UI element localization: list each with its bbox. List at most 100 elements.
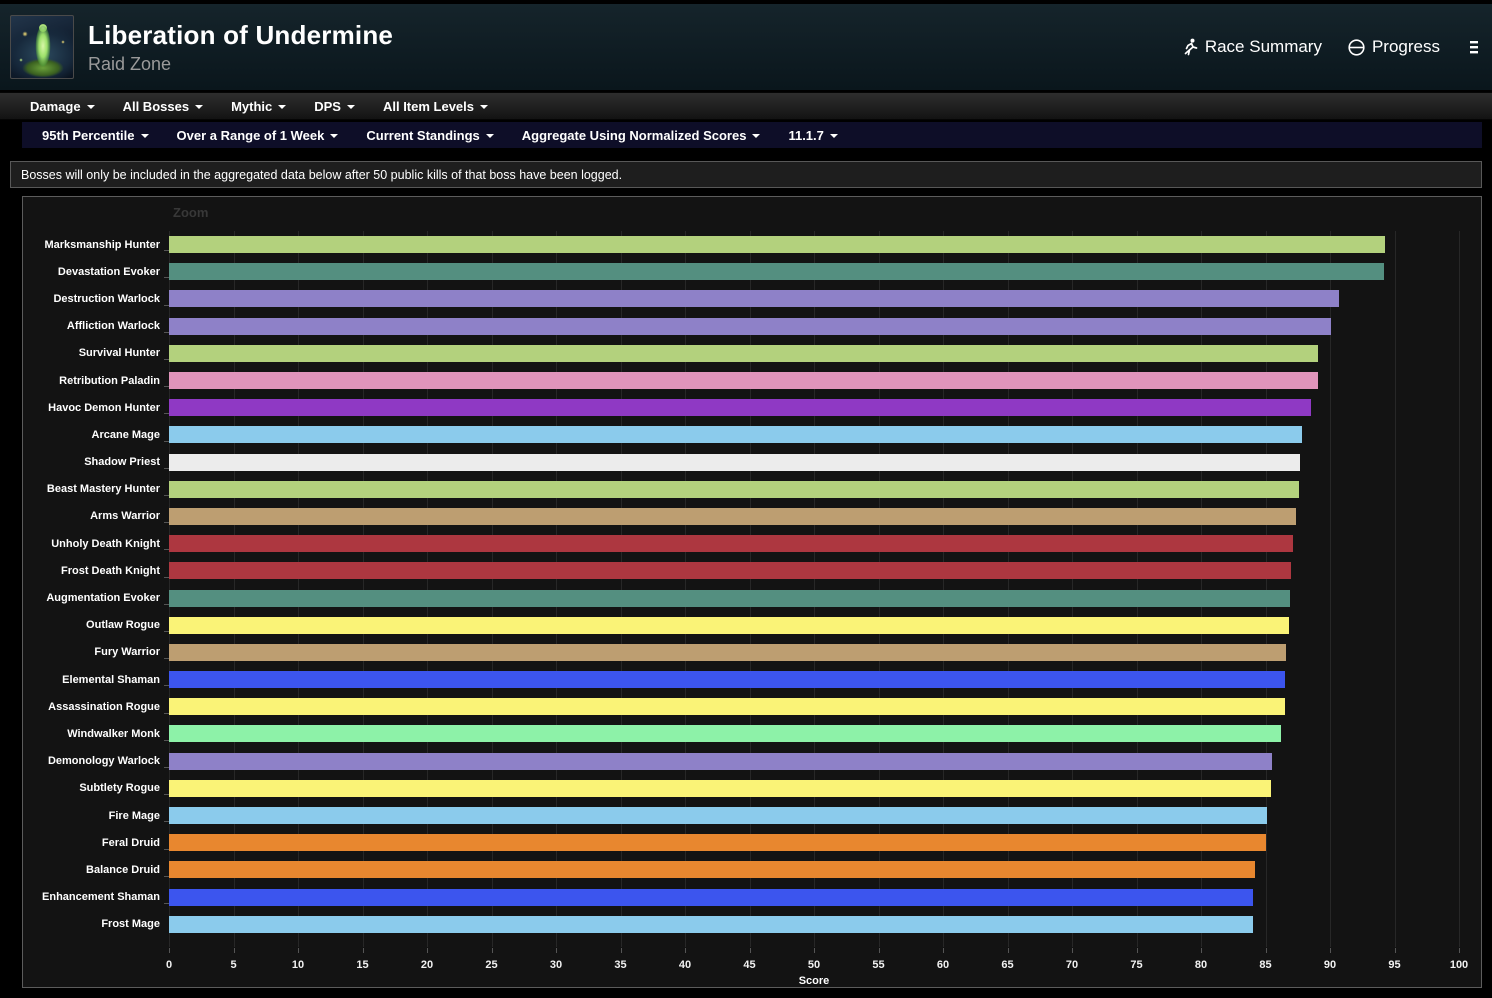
bar-track: [169, 290, 1459, 307]
option-over-a-range-of-1-week[interactable]: Over a Range of 1 Week: [163, 122, 353, 148]
x-tick-mark: [363, 948, 364, 953]
chart-row: Beast Mastery Hunter: [23, 476, 1459, 503]
score-bar[interactable]: [169, 753, 1272, 770]
category-label[interactable]: Unholy Death Knight: [23, 538, 169, 550]
category-label[interactable]: Frost Mage: [23, 918, 169, 930]
chart-row: Affliction Warlock: [23, 313, 1459, 340]
chart-row: Demonology Warlock: [23, 748, 1459, 775]
category-label[interactable]: Destruction Warlock: [23, 293, 169, 305]
x-tick-mark: [943, 948, 944, 953]
category-label[interactable]: Balance Druid: [23, 864, 169, 876]
score-bar[interactable]: [169, 644, 1286, 661]
score-bar[interactable]: [169, 916, 1253, 933]
filter-dps[interactable]: DPS: [300, 93, 369, 119]
option-aggregate-using-normalized-scores[interactable]: Aggregate Using Normalized Scores: [508, 122, 775, 148]
bar-track: [169, 454, 1459, 471]
bar-track: [169, 916, 1459, 933]
score-bar[interactable]: [169, 834, 1266, 851]
category-label[interactable]: Windwalker Monk: [23, 728, 169, 740]
x-tick-mark: [685, 948, 686, 953]
score-bar[interactable]: [169, 780, 1271, 797]
chart-row: Fire Mage: [23, 802, 1459, 829]
score-bar[interactable]: [169, 698, 1285, 715]
race-summary-link[interactable]: Race Summary: [1183, 37, 1322, 57]
score-bar[interactable]: [169, 725, 1281, 742]
score-bar[interactable]: [169, 318, 1331, 335]
progress-link[interactable]: Progress: [1348, 37, 1440, 57]
zone-logo[interactable]: [10, 15, 74, 79]
category-label[interactable]: Outlaw Rogue: [23, 619, 169, 631]
filter-damage[interactable]: Damage: [16, 93, 109, 119]
chevron-down-icon: [347, 105, 355, 109]
category-label[interactable]: Fury Warrior: [23, 646, 169, 658]
category-label[interactable]: Devastation Evoker: [23, 266, 169, 278]
bar-track: [169, 345, 1459, 362]
chart-row: Assassination Rogue: [23, 693, 1459, 720]
category-label[interactable]: Subtlety Rogue: [23, 782, 169, 794]
category-label[interactable]: Arms Warrior: [23, 510, 169, 522]
option-11-1-7[interactable]: 11.1.7: [774, 122, 851, 148]
x-tick-label: 5: [230, 959, 236, 971]
score-bar[interactable]: [169, 345, 1318, 362]
category-label[interactable]: Feral Druid: [23, 837, 169, 849]
clipped-edge-icon[interactable]: [1468, 38, 1478, 56]
score-bar[interactable]: [169, 263, 1384, 280]
chevron-down-icon: [480, 105, 488, 109]
category-label[interactable]: Augmentation Evoker: [23, 592, 169, 604]
x-tick-mark: [1008, 948, 1009, 953]
x-tick-label: 85: [1259, 959, 1271, 971]
category-label[interactable]: Arcane Mage: [23, 429, 169, 441]
score-bar[interactable]: [169, 861, 1255, 878]
category-label[interactable]: Assassination Rogue: [23, 701, 169, 713]
score-bar[interactable]: [169, 590, 1290, 607]
score-bar[interactable]: [169, 807, 1267, 824]
dropdown-label: Aggregate Using Normalized Scores: [522, 128, 747, 143]
score-bar[interactable]: [169, 562, 1291, 579]
option-95th-percentile[interactable]: 95th Percentile: [28, 122, 163, 148]
notice-bar: Bosses will only be included in the aggr…: [10, 161, 1482, 188]
score-bar[interactable]: [169, 399, 1311, 416]
category-label[interactable]: Demonology Warlock: [23, 755, 169, 767]
category-label[interactable]: Affliction Warlock: [23, 320, 169, 332]
score-bar[interactable]: [169, 617, 1289, 634]
category-label[interactable]: Elemental Shaman: [23, 674, 169, 686]
dropdown-label: Current Standings: [366, 128, 479, 143]
x-tick-label: 35: [614, 959, 626, 971]
score-bar[interactable]: [169, 671, 1285, 688]
chart-row: Balance Druid: [23, 856, 1459, 883]
secondary-filter-bar: 95th Percentile Over a Range of 1 Week Cur…: [22, 122, 1482, 148]
score-bar[interactable]: [169, 454, 1300, 471]
category-label[interactable]: Retribution Paladin: [23, 375, 169, 387]
score-bar[interactable]: [169, 481, 1299, 498]
score-bar[interactable]: [169, 372, 1318, 389]
chart-zoom-label[interactable]: Zoom: [173, 205, 208, 220]
category-label[interactable]: Enhancement Shaman: [23, 891, 169, 903]
score-bar[interactable]: [169, 426, 1302, 443]
category-label[interactable]: Fire Mage: [23, 810, 169, 822]
x-tick-label: 20: [421, 959, 433, 971]
x-tick-mark: [621, 948, 622, 953]
category-label[interactable]: Beast Mastery Hunter: [23, 483, 169, 495]
x-tick-label: 80: [1195, 959, 1207, 971]
category-label[interactable]: Frost Death Knight: [23, 565, 169, 577]
chevron-down-icon: [87, 105, 95, 109]
category-label[interactable]: Survival Hunter: [23, 347, 169, 359]
filter-mythic[interactable]: Mythic: [217, 93, 300, 119]
x-tick-label: 75: [1130, 959, 1142, 971]
filter-all-bosses[interactable]: All Bosses: [109, 93, 217, 119]
globe-icon: [1348, 39, 1365, 56]
filter-all-item-levels[interactable]: All Item Levels: [369, 93, 502, 119]
dropdown-label: 95th Percentile: [42, 128, 135, 143]
score-bar[interactable]: [169, 508, 1296, 525]
score-bar[interactable]: [169, 290, 1339, 307]
notice-text: Bosses will only be included in the aggr…: [21, 168, 622, 182]
score-bar[interactable]: [169, 236, 1385, 253]
category-label[interactable]: Havoc Demon Hunter: [23, 402, 169, 414]
category-label[interactable]: Shadow Priest: [23, 456, 169, 468]
category-label[interactable]: Marksmanship Hunter: [23, 239, 169, 251]
score-bar[interactable]: [169, 889, 1253, 906]
page-title: Liberation of Undermine: [88, 20, 1183, 51]
chart-row: Windwalker Monk: [23, 720, 1459, 747]
option-current-standings[interactable]: Current Standings: [352, 122, 507, 148]
score-bar[interactable]: [169, 535, 1293, 552]
